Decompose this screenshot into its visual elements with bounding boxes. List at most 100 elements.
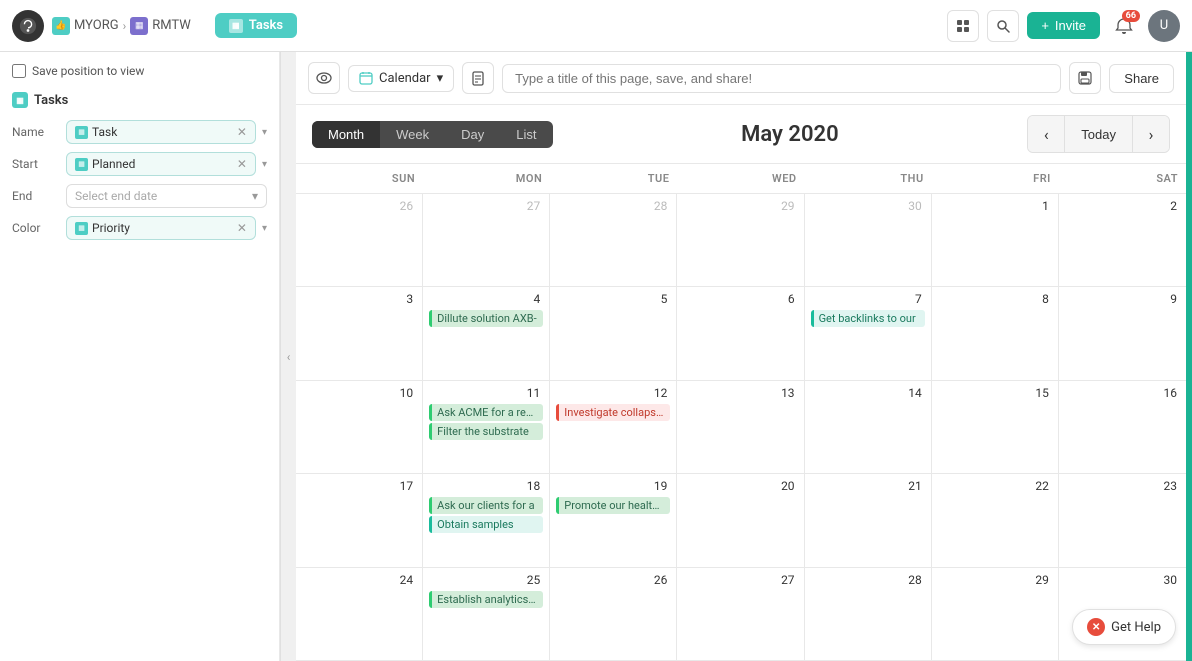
tab-week[interactable]: Week — [380, 121, 445, 148]
filter-start-clear[interactable]: ✕ — [237, 157, 247, 171]
calendar-cell[interactable]: 3 — [296, 287, 423, 380]
day-name-tue: TUE — [550, 164, 677, 193]
org-label[interactable]: MYORG — [74, 18, 119, 33]
event-chip[interactable]: Dillute solution AXB- — [429, 310, 543, 327]
day-number: 10 — [302, 385, 416, 401]
day-number: 20 — [683, 478, 797, 494]
calendar-cell[interactable]: 6 — [677, 287, 804, 380]
prev-month-button[interactable]: ‹ — [1028, 116, 1064, 152]
filter-pill-name-value: Task — [92, 125, 117, 139]
document-icon[interactable] — [462, 62, 494, 94]
filter-label-end: End — [12, 189, 60, 203]
calendar-cell[interactable]: 26 — [550, 568, 677, 661]
day-number: 29 — [683, 198, 797, 214]
save-icon-button[interactable] — [1069, 62, 1101, 94]
calendar-grid: 26272829301234Dillute solution AXB-567Ge… — [296, 194, 1186, 661]
calendar-cell[interactable]: 29 — [677, 194, 804, 287]
sidebar-collapse-handle[interactable]: ‹ — [280, 52, 296, 661]
event-chip[interactable]: Get backlinks to our — [811, 310, 925, 327]
calendar-cell[interactable]: 18Ask our clients for aObtain samples — [423, 474, 550, 567]
invite-button[interactable]: + Invite — [1027, 12, 1100, 39]
event-chip[interactable]: Promote our health c — [556, 497, 670, 514]
calendar-cell[interactable]: 25Establish analytics m — [423, 568, 550, 661]
nav-icons: + Invite 66 U — [947, 10, 1180, 42]
invite-label: Invite — [1055, 18, 1086, 33]
day-number: 28 — [811, 572, 925, 588]
event-chip[interactable]: Investigate collapsed — [556, 404, 670, 421]
calendar-dropdown[interactable]: Calendar ▾ — [348, 65, 454, 92]
calendar-cell[interactable]: 19Promote our health c — [550, 474, 677, 567]
filter-start-arrow[interactable]: ▾ — [262, 159, 267, 170]
app-logo — [12, 10, 44, 42]
filter-pill-start[interactable]: ▦ Planned ✕ — [66, 152, 256, 176]
calendar-cell[interactable]: 4Dillute solution AXB- — [423, 287, 550, 380]
today-button[interactable]: Today — [1064, 116, 1133, 152]
next-month-button[interactable]: › — [1133, 116, 1169, 152]
calendar-cell[interactable]: 21 — [805, 474, 932, 567]
day-number: 26 — [302, 198, 416, 214]
calendar-cell[interactable]: 16 — [1059, 381, 1186, 474]
filter-name-clear[interactable]: ✕ — [237, 125, 247, 139]
calendar-cell[interactable]: 10 — [296, 381, 423, 474]
filter-color-clear[interactable]: ✕ — [237, 221, 247, 235]
tab-month[interactable]: Month — [312, 121, 380, 148]
calendar-cell[interactable]: 20 — [677, 474, 804, 567]
calendar-cell[interactable]: 7Get backlinks to our — [805, 287, 932, 380]
day-number: 11 — [429, 385, 543, 401]
tab-list[interactable]: List — [500, 121, 552, 148]
grid-view-icon[interactable] — [947, 10, 979, 42]
calendar-cell[interactable]: 27 — [677, 568, 804, 661]
filter-name-arrow[interactable]: ▾ — [262, 127, 267, 138]
notifications-button[interactable]: 66 — [1108, 10, 1140, 42]
day-name-wed: WED — [677, 164, 804, 193]
calendar-cell[interactable]: 29 — [932, 568, 1059, 661]
event-chip[interactable]: Filter the substrate — [429, 423, 543, 440]
workspace-icon: ▦ — [130, 17, 148, 35]
page-title-input[interactable] — [502, 64, 1061, 93]
save-position-checkbox[interactable] — [12, 64, 26, 78]
day-number: 3 — [302, 291, 416, 307]
calendar-cell[interactable]: 26 — [296, 194, 423, 287]
event-chip[interactable]: Ask our clients for a — [429, 497, 543, 514]
calendar-cell[interactable]: 23 — [1059, 474, 1186, 567]
calendar-cell[interactable]: 24 — [296, 568, 423, 661]
filter-select-end[interactable]: Select end date ▾ — [66, 184, 267, 208]
calendar-cell[interactable]: 15 — [932, 381, 1059, 474]
calendar-cell[interactable]: 17 — [296, 474, 423, 567]
calendar-container: SUN MON TUE WED THU FRI SAT 262728293012… — [296, 164, 1186, 661]
day-number: 2 — [1065, 198, 1180, 214]
event-chip[interactable]: Establish analytics m — [429, 591, 543, 608]
event-chip[interactable]: Obtain samples — [429, 516, 543, 533]
calendar-cell[interactable]: 27 — [423, 194, 550, 287]
calendar-cell[interactable]: 28 — [550, 194, 677, 287]
day-number: 23 — [1065, 478, 1180, 494]
view-tabs: Month Week Day List — [312, 121, 553, 148]
event-chip[interactable]: Ask ACME for a revie — [429, 404, 543, 421]
filter-pill-name[interactable]: ▦ Task ✕ — [66, 120, 256, 144]
user-avatar[interactable]: U — [1148, 10, 1180, 42]
calendar-cell[interactable]: 1 — [932, 194, 1059, 287]
share-button[interactable]: Share — [1109, 64, 1174, 93]
eye-icon[interactable] — [308, 62, 340, 94]
filter-pill-color[interactable]: ▦ Priority ✕ — [66, 216, 256, 240]
day-number: 26 — [556, 572, 670, 588]
calendar-cell[interactable]: 12Investigate collapsed — [550, 381, 677, 474]
calendar-cell[interactable]: 5 — [550, 287, 677, 380]
day-number: 29 — [938, 572, 1052, 588]
day-number: 5 — [556, 291, 670, 307]
tasks-pill[interactable]: ▦ Tasks — [215, 13, 297, 38]
help-button[interactable]: ✕ Get Help — [1072, 609, 1176, 645]
calendar-cell[interactable]: 30 — [805, 194, 932, 287]
calendar-cell[interactable]: 13 — [677, 381, 804, 474]
calendar-cell[interactable]: 22 — [932, 474, 1059, 567]
calendar-cell[interactable]: 2 — [1059, 194, 1186, 287]
calendar-cell[interactable]: 11 Ask ACME for a revie Filter the substra… — [423, 381, 550, 474]
search-icon[interactable] — [987, 10, 1019, 42]
filter-color-arrow[interactable]: ▾ — [262, 223, 267, 234]
calendar-cell[interactable]: 9 — [1059, 287, 1186, 380]
calendar-cell[interactable]: 8 — [932, 287, 1059, 380]
tab-day[interactable]: Day — [445, 121, 500, 148]
calendar-cell[interactable]: 14 — [805, 381, 932, 474]
calendar-cell[interactable]: 28 — [805, 568, 932, 661]
workspace-label[interactable]: RMTW — [152, 18, 191, 33]
